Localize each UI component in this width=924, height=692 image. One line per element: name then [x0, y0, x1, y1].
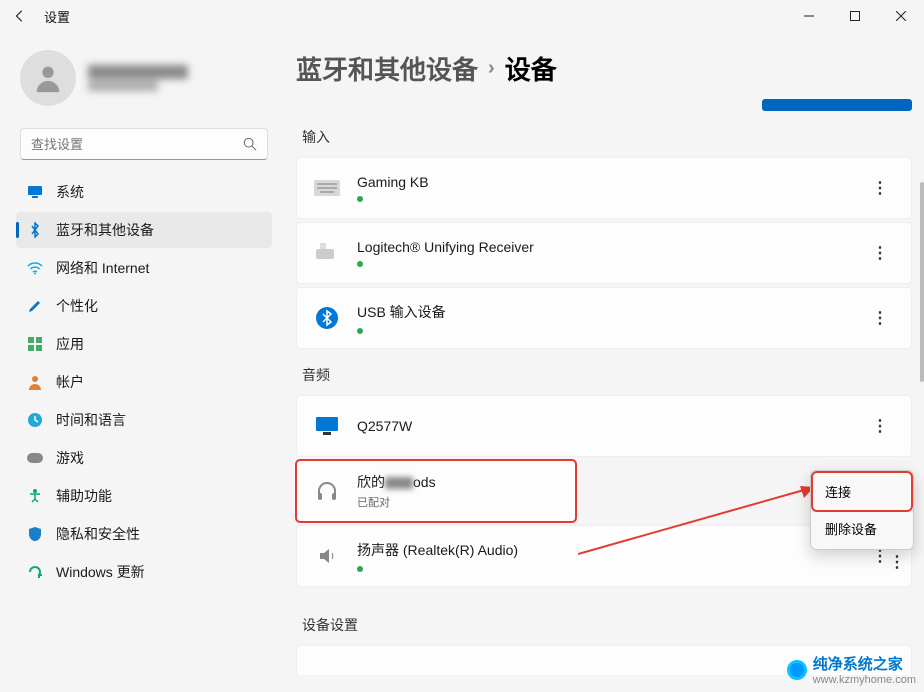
nav-label: 应用: [56, 334, 84, 354]
more-button[interactable]: ⋮: [865, 238, 895, 268]
window-title: 设置: [44, 7, 70, 26]
context-remove[interactable]: 删除设备: [813, 510, 911, 547]
headphones-icon: [313, 477, 341, 505]
bluetooth-icon: [26, 221, 44, 239]
monitor-icon: [26, 183, 44, 201]
display-icon: [313, 412, 341, 440]
context-connect[interactable]: 连接: [813, 473, 911, 510]
watermark-logo-icon: [787, 660, 807, 680]
main-panel: 蓝牙和其他设备 › 设备 输入 Gaming KB ⋮ Logitech® Un…: [280, 32, 924, 692]
nav-gaming[interactable]: 游戏: [16, 440, 272, 476]
user-profile[interactable]: [16, 44, 272, 124]
nav-windows-update[interactable]: Windows 更新: [16, 554, 272, 590]
nav-time-language[interactable]: 时间和语言: [16, 402, 272, 438]
maximize-icon: [850, 11, 860, 21]
person-icon: [26, 373, 44, 391]
shield-icon: [26, 525, 44, 543]
back-button[interactable]: [8, 4, 32, 28]
nav-accessibility[interactable]: 辅助功能: [16, 478, 272, 514]
breadcrumb-parent[interactable]: 蓝牙和其他设备: [296, 50, 478, 87]
status-dot-icon: [357, 196, 363, 202]
watermark-url: www.kzmyhome.com: [813, 674, 916, 686]
accessibility-icon: [26, 487, 44, 505]
close-icon: [896, 11, 906, 21]
nav-label: 游戏: [56, 448, 84, 468]
search-input[interactable]: [31, 137, 243, 152]
bluetooth-circle-icon: [313, 304, 341, 332]
status-dot-icon: [357, 566, 363, 572]
more-button[interactable]: ⋮: [865, 303, 895, 333]
apps-icon: [26, 335, 44, 353]
maximize-button[interactable]: [832, 0, 878, 32]
nav-apps[interactable]: 应用: [16, 326, 272, 362]
avatar: [20, 50, 76, 106]
device-status: 已配对: [357, 494, 436, 510]
status-dot-icon: [357, 328, 363, 334]
search-box[interactable]: [20, 128, 268, 160]
minimize-icon: [804, 11, 814, 21]
device-context-menu: 连接 删除设备: [810, 470, 914, 550]
user-name-blurred: [88, 65, 188, 91]
nav-personalization[interactable]: 个性化: [16, 288, 272, 324]
device-name: Logitech® Unifying Receiver: [357, 239, 534, 255]
nav-bluetooth[interactable]: 蓝牙和其他设备: [16, 212, 272, 248]
gamepad-icon: [26, 449, 44, 467]
device-name: Gaming KB: [357, 174, 429, 190]
nav-system[interactable]: 系统: [16, 174, 272, 210]
nav-list: 系统 蓝牙和其他设备 网络和 Internet 个性化 应用 帐户 时间和语言 …: [16, 174, 272, 590]
device-row-highlighted[interactable]: 欣的ods 已配对: [296, 460, 576, 522]
device-name: USB 输入设备: [357, 302, 446, 322]
nav-label: Windows 更新: [56, 562, 145, 582]
nav-network[interactable]: 网络和 Internet: [16, 250, 272, 286]
device-row[interactable]: USB 输入设备 ⋮: [296, 287, 912, 349]
arrow-left-icon: [13, 9, 27, 23]
watermark-brand: 纯净系统之家: [813, 653, 916, 674]
device-name: 扬声器 (Realtek(R) Audio): [357, 540, 518, 560]
nav-label: 个性化: [56, 296, 98, 316]
device-name: 欣的ods: [357, 472, 436, 492]
device-row[interactable]: Gaming KB ⋮: [296, 157, 912, 219]
breadcrumb-current: 设备: [505, 50, 557, 87]
close-button[interactable]: [878, 0, 924, 32]
more-button[interactable]: ⋮: [865, 411, 895, 441]
nav-label: 系统: [56, 182, 84, 202]
more-button[interactable]: ⋮: [865, 173, 895, 203]
nav-label: 网络和 Internet: [56, 258, 149, 278]
brush-icon: [26, 297, 44, 315]
section-audio-label: 音频: [302, 365, 924, 385]
update-icon: [26, 563, 44, 581]
nav-accounts[interactable]: 帐户: [16, 364, 272, 400]
device-row[interactable]: Q2577W ⋮: [296, 395, 912, 457]
sidebar: 系统 蓝牙和其他设备 网络和 Internet 个性化 应用 帐户 时间和语言 …: [0, 32, 280, 692]
more-button[interactable]: ⋮: [882, 547, 912, 577]
wifi-icon: [26, 259, 44, 277]
speaker-icon: [313, 542, 341, 570]
device-row[interactable]: Logitech® Unifying Receiver ⋮: [296, 222, 912, 284]
device-name: Q2577W: [357, 418, 412, 434]
nav-label: 时间和语言: [56, 410, 126, 430]
clock-icon: [26, 411, 44, 429]
receiver-icon: [313, 239, 341, 267]
minimize-button[interactable]: [786, 0, 832, 32]
breadcrumb: 蓝牙和其他设备 › 设备: [296, 50, 924, 95]
scrollbar[interactable]: [920, 182, 924, 382]
add-device-button-cropped[interactable]: [762, 99, 912, 111]
nav-label: 蓝牙和其他设备: [56, 220, 154, 240]
nav-label: 隐私和安全性: [56, 524, 140, 544]
chevron-right-icon: ›: [488, 57, 495, 80]
keyboard-icon: [313, 174, 341, 202]
section-device-settings-label: 设备设置: [302, 615, 924, 635]
nav-label: 帐户: [56, 372, 84, 392]
person-icon: [31, 61, 65, 95]
nav-privacy[interactable]: 隐私和安全性: [16, 516, 272, 552]
search-icon: [243, 137, 257, 151]
nav-label: 辅助功能: [56, 486, 112, 506]
status-dot-icon: [357, 261, 363, 267]
watermark: 纯净系统之家 www.kzmyhome.com: [787, 653, 916, 686]
section-input-label: 输入: [302, 127, 924, 147]
